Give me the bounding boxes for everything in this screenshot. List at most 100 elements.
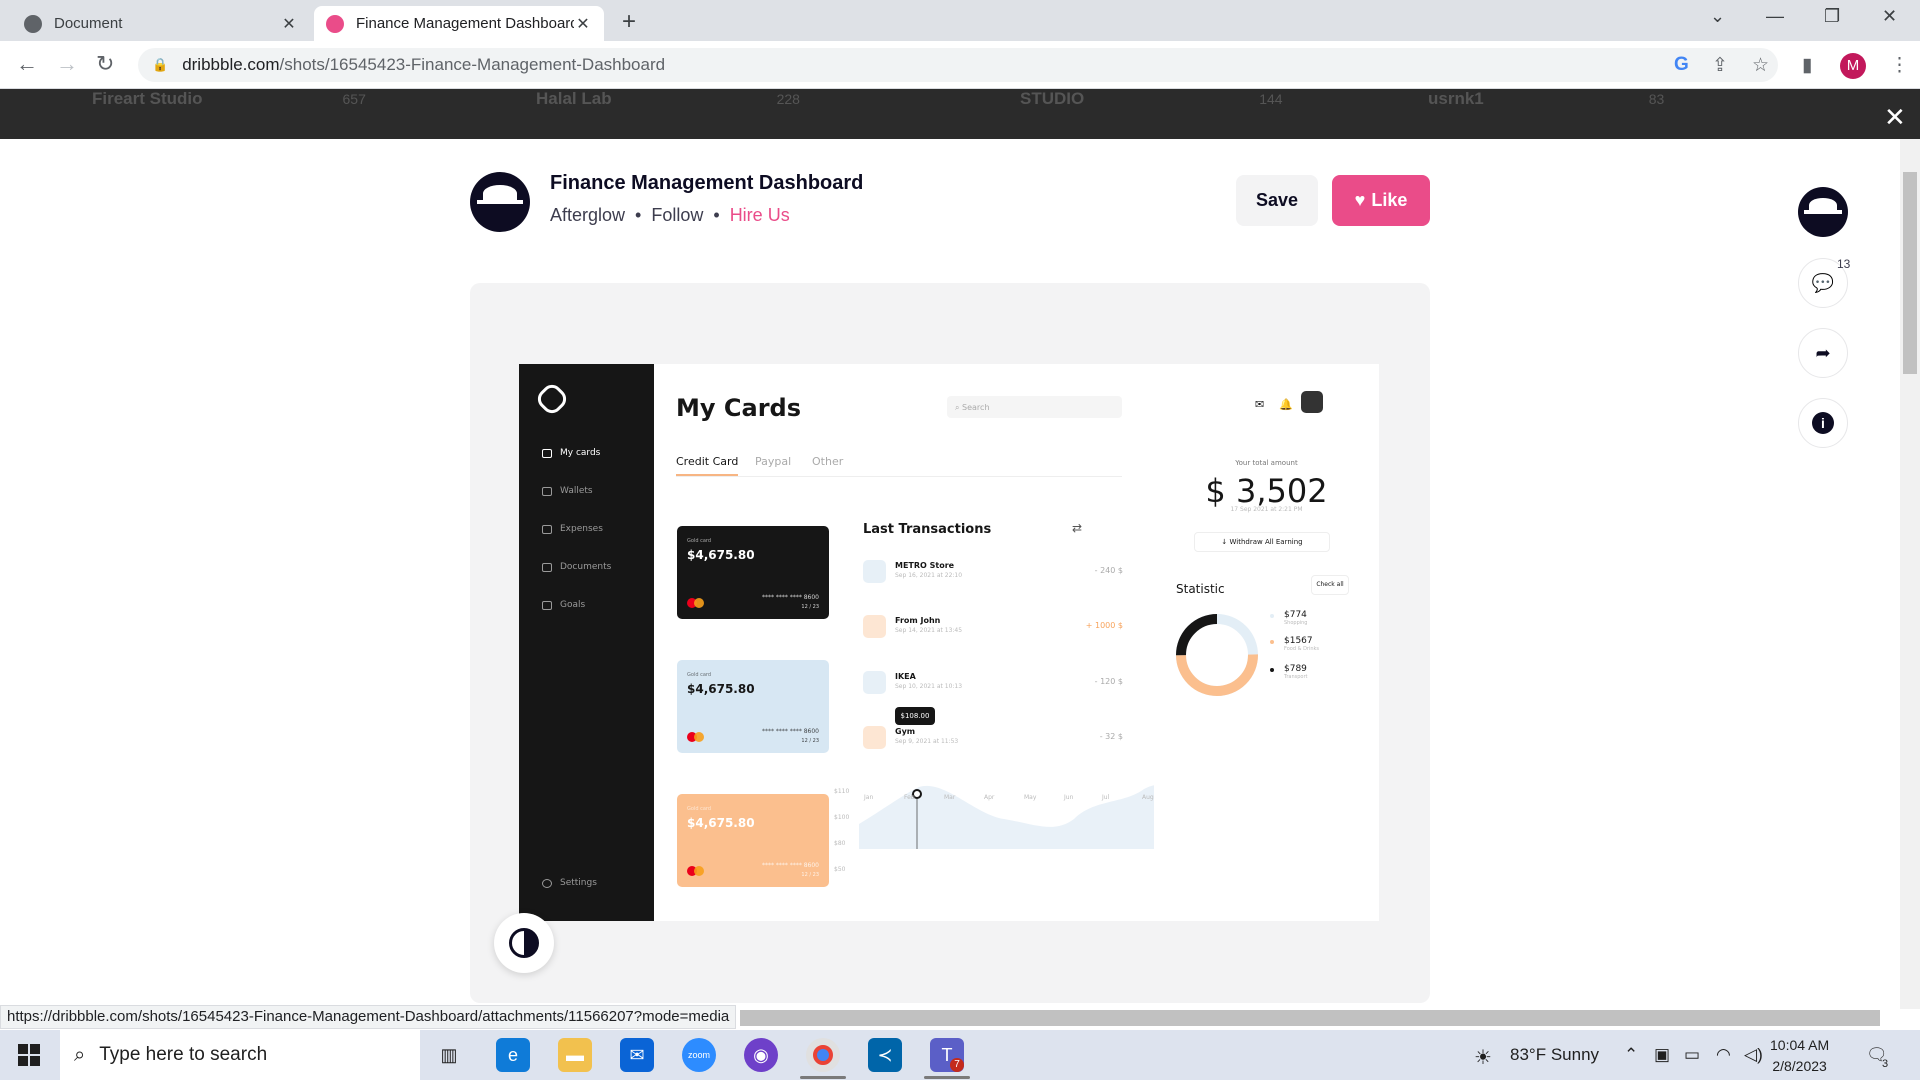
search-icon: ⌕	[74, 1043, 86, 1066]
close-window-button[interactable]: ✕	[1882, 6, 1897, 27]
vertical-scroll-thumb[interactable]	[1903, 172, 1917, 374]
dash-nav-item: Wallets	[542, 486, 593, 496]
chart-x-tick: Aug	[1142, 794, 1154, 801]
close-tab-icon[interactable]: ✕	[280, 14, 298, 34]
taskbar-search[interactable]: ⌕ Type here to search	[60, 1030, 420, 1080]
side-panel-icon[interactable]: ▮	[1802, 54, 1812, 77]
withdraw-label: Withdraw All Earning	[1229, 538, 1303, 546]
chrome-icon[interactable]	[806, 1038, 840, 1072]
vscode-icon[interactable]: ≺	[868, 1038, 902, 1072]
file-explorer-icon[interactable]: ▬	[558, 1038, 592, 1072]
dash-nav-label: Goals	[560, 600, 586, 610]
hire-us-link[interactable]: Hire Us	[730, 205, 790, 226]
settings-gear-icon	[542, 878, 552, 888]
dash-nav-label: Wallets	[560, 486, 593, 496]
tab-search-chevron-icon[interactable]: ⌄	[1710, 6, 1725, 27]
windows-start-button[interactable]	[18, 1044, 40, 1066]
bell-icon: 🔔	[1279, 398, 1293, 411]
separator-dot: •	[713, 205, 720, 225]
share-button[interactable]: ➦	[1798, 328, 1848, 378]
chart-tooltip: $108.00	[895, 707, 935, 725]
notification-count: 3	[1882, 1058, 1889, 1070]
dash-nav-label: Documents	[560, 562, 612, 572]
sidebar-author-avatar[interactable]	[1798, 187, 1848, 237]
total-label: Your total amount	[1235, 459, 1298, 467]
close-modal-icon[interactable]: ✕	[1884, 102, 1906, 133]
clock[interactable]: 10:04 AM 2/8/2023	[1770, 1035, 1829, 1077]
edge-icon[interactable]: e	[496, 1038, 530, 1072]
battery-icon[interactable]: ▭	[1684, 1045, 1700, 1065]
shot-image-dashboard[interactable]: My cards Wallets Expenses Documents Goal…	[519, 364, 1379, 921]
dash-nav-item: My cards	[542, 448, 600, 458]
dashboard-sidebar: My cards Wallets Expenses Documents Goal…	[519, 364, 654, 921]
author-link[interactable]: Afterglow	[550, 205, 625, 226]
lock-icon[interactable]: 🔒	[152, 57, 168, 73]
separator-dot: •	[635, 205, 642, 225]
address-bar[interactable]: 🔒 dribbble.com /shots/16545423-Finance-M…	[138, 48, 1778, 82]
designer-name: STUDIO	[1020, 89, 1085, 108]
background-designer: STUDIO 144	[1020, 89, 1283, 109]
google-translate-icon[interactable]: G	[1674, 54, 1689, 76]
profile-avatar[interactable]: M	[1840, 53, 1866, 79]
follow-link[interactable]: Follow	[651, 205, 703, 226]
weather-sun-icon[interactable]: ☀	[1474, 1045, 1492, 1070]
like-button[interactable]: ♥ Like	[1332, 175, 1430, 226]
dribbble-icon	[326, 14, 344, 33]
bookmark-star-icon[interactable]: ☆	[1752, 54, 1769, 77]
designer-name: Halal Lab	[536, 89, 612, 108]
github-icon[interactable]: ◉	[744, 1038, 778, 1072]
new-tab-button[interactable]: +	[622, 8, 636, 36]
download-arrow-icon: ↓	[1221, 538, 1230, 546]
minimize-button[interactable]: —	[1766, 6, 1784, 27]
back-button[interactable]: ←	[16, 51, 38, 77]
designer-likes: 83	[1648, 91, 1665, 107]
total-date: 17 Sep 2021 at 2:21 PM	[1230, 506, 1303, 513]
share-icon[interactable]: ⇪	[1712, 54, 1728, 77]
statistic-title: Statistic	[1176, 582, 1225, 596]
zoom-icon[interactable]: zoom	[682, 1038, 716, 1072]
chart-x-tick: Feb	[904, 794, 915, 801]
info-button[interactable]: i	[1798, 398, 1848, 448]
save-button[interactable]: Save	[1236, 175, 1318, 226]
contrast-toggle-button[interactable]	[494, 913, 554, 973]
legend-value: $789	[1284, 664, 1307, 674]
designer-likes: 144	[1259, 91, 1283, 107]
statistic-donut	[1176, 614, 1258, 696]
task-view-icon[interactable]: ▥	[432, 1038, 466, 1072]
chart-x-tick: Apr	[984, 794, 995, 801]
tab-dribbble[interactable]: Finance Management Dashboard ✕	[314, 6, 604, 41]
goal-icon	[542, 600, 552, 610]
wifi-icon[interactable]: ◠	[1716, 1045, 1731, 1065]
chart-x-tick: Jul	[1102, 794, 1110, 801]
meet-now-icon[interactable]: ▣	[1654, 1045, 1670, 1065]
menu-kebab-icon[interactable]: ⋮	[1890, 54, 1909, 77]
horizontal-scrollbar[interactable]	[740, 1010, 1880, 1026]
chart-x-tick: May	[1024, 794, 1037, 801]
chart-icon	[542, 524, 552, 534]
wallet-icon	[542, 486, 552, 496]
dashboard-logo-icon	[533, 380, 571, 418]
url-host: dribbble.com	[182, 55, 280, 74]
restore-button[interactable]: ❐	[1824, 6, 1840, 27]
comment-count: 13	[1837, 257, 1851, 271]
tab-document[interactable]: Document ✕	[12, 6, 310, 41]
legend-dot	[1270, 668, 1274, 672]
share-arrow-icon: ➦	[1815, 342, 1831, 363]
legend-item: $774 Shopping	[1270, 610, 1307, 626]
chart-x-tick: Jun	[1064, 794, 1074, 801]
legend-item: $1567 Food & Drinks	[1270, 636, 1319, 652]
legend-item: $789 Transport	[1270, 664, 1307, 680]
background-designer: Fireart Studio 657	[92, 89, 366, 109]
like-label: Like	[1371, 190, 1408, 210]
tray-chevron-icon[interactable]: ⌃	[1624, 1045, 1638, 1065]
author-avatar[interactable]	[470, 172, 530, 232]
volume-icon[interactable]: ◁)	[1744, 1045, 1763, 1065]
background-shot-strip: Fireart Studio 657 Halal Lab 228 STUDIO …	[0, 89, 1920, 139]
weather-text[interactable]: 83°F Sunny	[1510, 1045, 1599, 1065]
legend-dot	[1270, 614, 1274, 618]
mail-icon[interactable]: ✉	[620, 1038, 654, 1072]
info-icon: i	[1812, 412, 1834, 434]
reload-button[interactable]: ↻	[96, 51, 114, 77]
forward-button[interactable]: →	[56, 51, 78, 77]
close-tab-icon[interactable]: ✕	[574, 14, 592, 34]
